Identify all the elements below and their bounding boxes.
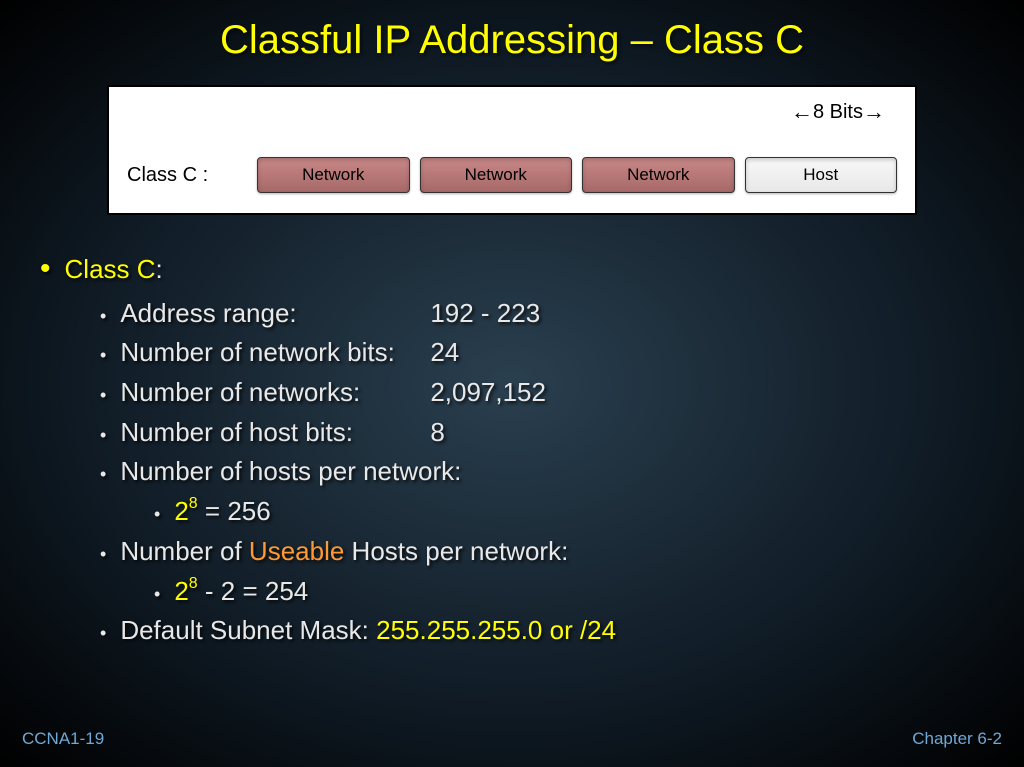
item-networks: • Number of networks:2,097,152	[100, 374, 1024, 412]
exponent: 8	[189, 495, 198, 512]
calc-result: = 256	[198, 496, 271, 526]
label-hosts-per-network: Number of hosts per network:	[120, 453, 461, 491]
class-label: Class C :	[127, 164, 257, 187]
octet-1: Network	[257, 157, 410, 193]
main-bullet-suffix: :	[156, 254, 163, 284]
useable-suffix: Hosts per network:	[344, 536, 568, 566]
item-address-range: • Address range:192 - 223	[100, 295, 1024, 333]
bullet-icon: •	[100, 382, 106, 408]
bullet-icon: •	[100, 303, 106, 329]
bullet-icon: •	[100, 541, 106, 567]
slide-title: Classful IP Addressing – Class C	[0, 0, 1024, 63]
octet-2: Network	[420, 157, 573, 193]
value-subnet-mask: 255.255.255.0 or /24	[376, 615, 616, 645]
item-network-bits: • Number of network bits:24	[100, 334, 1024, 372]
bullet-icon: •	[154, 581, 160, 607]
useable-word: Useable	[249, 536, 344, 566]
bits-width-label: ← 8 Bits →	[791, 99, 885, 125]
base: 2	[174, 576, 188, 606]
bullet-icon: •	[100, 342, 106, 368]
exponent: 8	[189, 575, 198, 592]
content-area: • Class C: • Address range:192 - 223 • N…	[0, 251, 1024, 650]
item-host-bits: • Number of host bits:8	[100, 414, 1024, 452]
bullet-icon: •	[100, 461, 106, 487]
value-network-bits: 24	[430, 334, 459, 372]
base: 2	[174, 496, 188, 526]
subnet-row: Default Subnet Mask: 255.255.255.0 or /2…	[120, 612, 616, 650]
value-address-range: 192 - 223	[430, 295, 540, 333]
item-hosts-per-network: • Number of hosts per network:	[100, 453, 1024, 491]
octet-3: Network	[582, 157, 735, 193]
item-useable-hosts: • Number of Useable Hosts per network:	[100, 533, 1024, 571]
value-host-bits: 8	[430, 414, 444, 452]
arrow-left-icon: ←	[791, 99, 813, 125]
calc-result: - 2 = 254	[198, 576, 309, 606]
label-host-bits: Number of host bits:	[120, 414, 430, 452]
item-useable-calc: • 28 - 2 = 254	[100, 573, 1024, 611]
useable-prefix: Number of	[120, 536, 249, 566]
bits-text: 8 Bits	[813, 101, 863, 124]
footer-left: CCNA1-19	[22, 729, 104, 749]
class-c-diagram: ← 8 Bits → Class C : Network Network Net…	[107, 85, 917, 215]
octet-4: Host	[745, 157, 898, 193]
label-useable-hosts: Number of Useable Hosts per network:	[120, 533, 568, 571]
useable-calc-expr: 28 - 2 = 254	[174, 573, 308, 611]
item-hosts-calc: • 28 = 256	[100, 493, 1024, 531]
main-bullet-label: Class C	[65, 254, 156, 284]
label-networks: Number of networks:	[120, 374, 430, 412]
label-address-range: Address range:	[120, 295, 430, 333]
arrow-right-icon: →	[863, 99, 885, 125]
footer-right: Chapter 6-2	[912, 729, 1002, 749]
label-network-bits: Number of network bits:	[120, 334, 430, 372]
bullet-icon: •	[154, 501, 160, 527]
hosts-calc-expr: 28 = 256	[174, 493, 270, 531]
value-networks: 2,097,152	[430, 374, 546, 412]
bullet-icon: •	[100, 422, 106, 448]
bullet-icon: •	[40, 254, 51, 284]
item-subnet-mask: • Default Subnet Mask: 255.255.255.0 or …	[100, 612, 1024, 650]
bullet-icon: •	[100, 620, 106, 646]
main-bullet: • Class C:	[40, 251, 1024, 289]
label-subnet-mask: Default Subnet Mask:	[120, 615, 376, 645]
